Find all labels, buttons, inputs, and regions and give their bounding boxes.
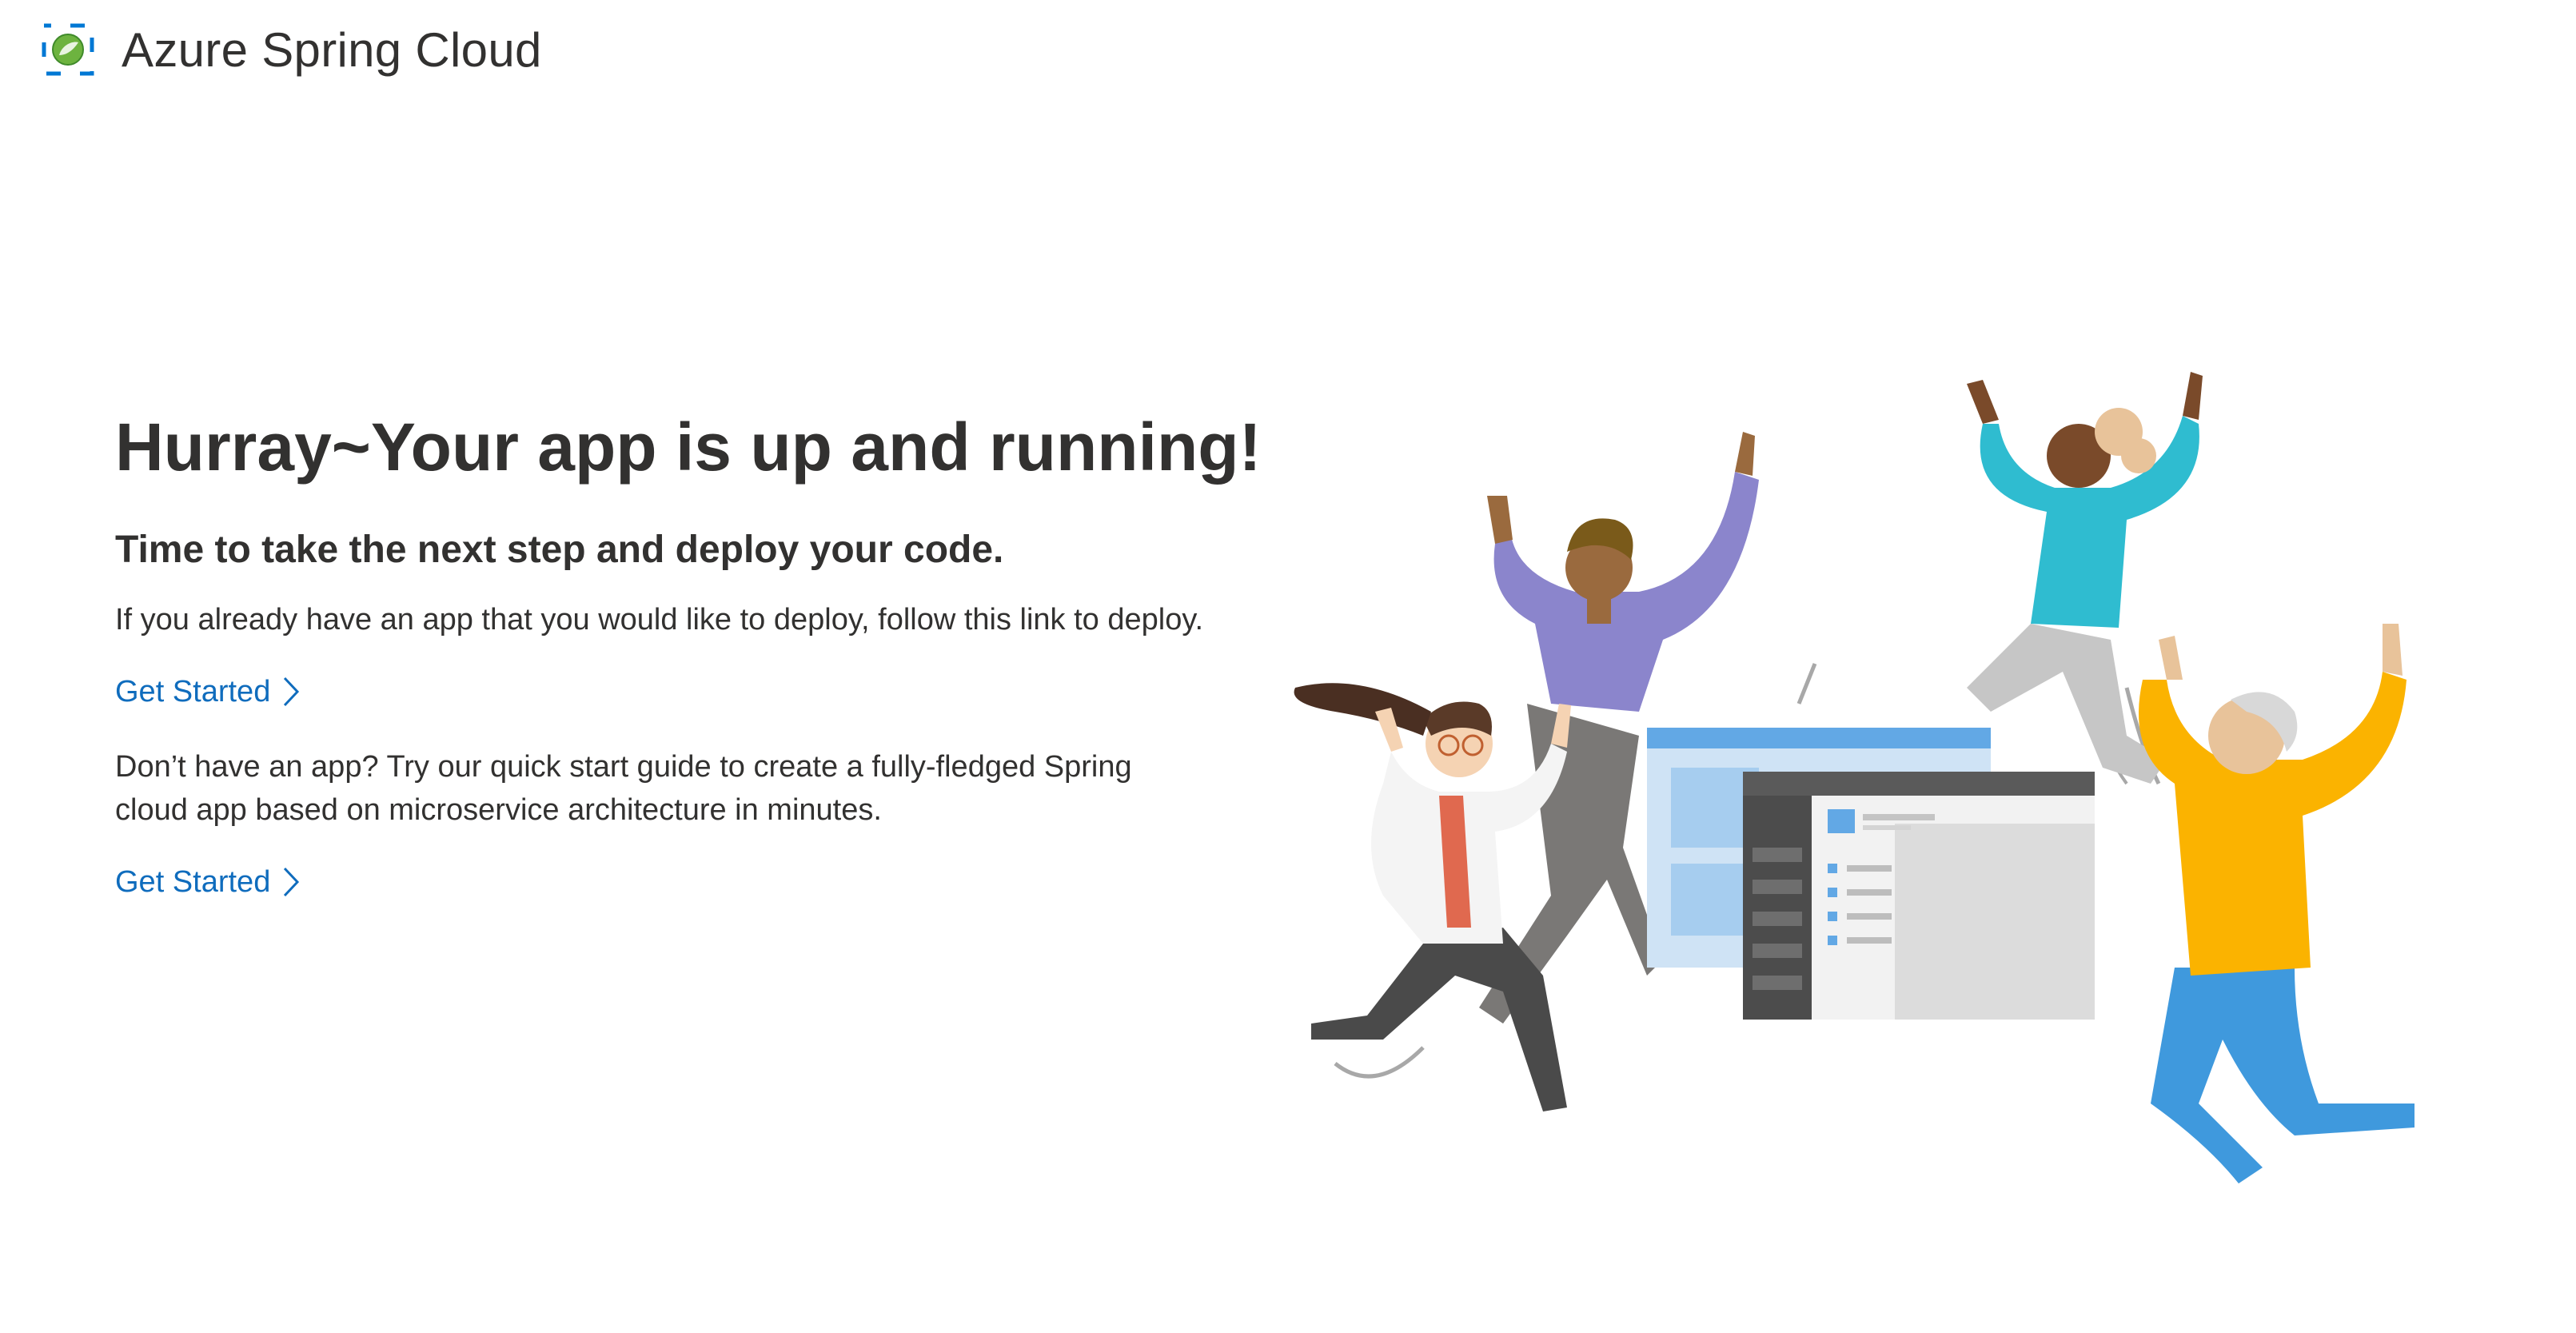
celebration-illustration — [1294, 372, 2415, 1183]
azure-spring-cloud-logo-icon — [42, 23, 94, 76]
person-yellow-sweater — [2139, 624, 2415, 1183]
app-window-front — [1743, 772, 2095, 1020]
motion-arc — [1796, 663, 1817, 704]
page-subheadline: Time to take the next step and deploy yo… — [115, 529, 1004, 571]
get-started-quickstart-label: Get Started — [115, 865, 271, 899]
chevron-right-icon — [284, 676, 300, 707]
person-white-jacket — [1294, 683, 1571, 1111]
get-started-quickstart-link[interactable]: Get Started — [115, 860, 301, 904]
page-headline: Hurray~Your app is up and running! — [115, 409, 1262, 485]
chevron-right-icon — [284, 867, 300, 897]
quickstart-description: Don’t have an app? Try our quick start g… — [115, 750, 1132, 827]
get-started-deploy-link[interactable]: Get Started — [115, 670, 301, 713]
app-title: Azure Spring Cloud — [122, 22, 542, 77]
welcome-content: Hurray~Your app is up and running! Time … — [115, 400, 1298, 904]
app-header: Azure Spring Cloud — [42, 18, 542, 82]
motion-arc — [1334, 1046, 1425, 1079]
deploy-existing-description: If you already have an app that you woul… — [115, 603, 1204, 637]
get-started-deploy-label: Get Started — [115, 675, 271, 708]
page: Azure Spring Cloud Hurray~Your app is up… — [0, 0, 2576, 1333]
